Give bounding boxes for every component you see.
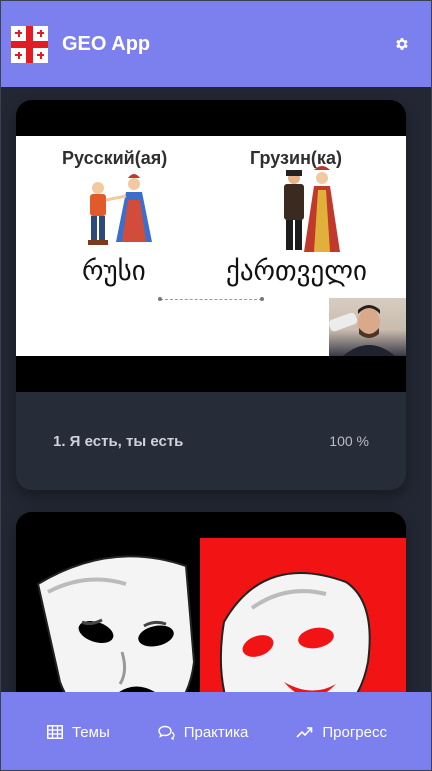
theatre-masks-image xyxy=(16,512,406,692)
lesson-card[interactable] xyxy=(16,512,406,692)
gear-icon xyxy=(396,38,408,50)
lesson-progress: 100 % xyxy=(329,433,369,449)
lesson-card[interactable]: Русский(ая) Грузин(ка) რუსი ქართველი 1. … xyxy=(16,100,406,490)
nav-item-progress[interactable]: Прогресс xyxy=(296,724,387,741)
georgian-flag-icon xyxy=(11,25,48,63)
georgian-dancers-illustration xyxy=(284,166,340,252)
lesson-title: 1. Я есть, ты есть xyxy=(53,432,184,450)
chat-bubbles-icon xyxy=(158,725,175,740)
trending-up-icon xyxy=(296,727,313,738)
lesson-card-footer: 1. Я есть, ты есть 100 % xyxy=(16,392,406,490)
lesson-list: Русский(ая) Грузин(ка) რუსი ქართველი 1. … xyxy=(1,87,431,692)
settings-button[interactable] xyxy=(391,33,413,55)
nav-label-progress: Прогресс xyxy=(322,723,387,741)
slide-right-word: ქართველი xyxy=(226,256,367,287)
russian-dancers-illustration xyxy=(88,174,152,245)
nav-label-topics: Темы xyxy=(71,723,110,741)
app-title: GEO App xyxy=(62,32,151,55)
lesson-slide: Русский(ая) Грузин(ка) რუსი ქართველი xyxy=(16,136,406,356)
slide-divider xyxy=(158,297,264,301)
nav-item-practice[interactable]: Практика xyxy=(158,723,249,741)
app-header: GEO App xyxy=(1,1,431,87)
nav-label-practice: Практика xyxy=(183,723,249,741)
presenter-webcam xyxy=(329,298,406,356)
slide-left-label: Русский(ая) xyxy=(62,148,168,168)
app-frame: GEO App Русский(ая) Грузин(ка) რუსი ქართ… xyxy=(0,0,432,771)
nav-item-topics[interactable]: Темы xyxy=(46,723,110,741)
slide-left-word: რუსი xyxy=(82,256,146,287)
lesson-thumbnail: Русский(ая) Грузин(ка) რუსი ქართველი xyxy=(16,100,406,392)
bottom-nav: Темы Практика Прогресс xyxy=(1,692,431,770)
table-icon xyxy=(46,725,63,739)
